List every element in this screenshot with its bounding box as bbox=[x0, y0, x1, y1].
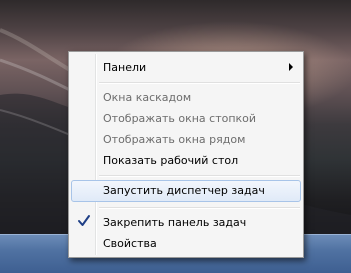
menu-item-lock-taskbar[interactable]: Закрепить панель задач bbox=[71, 212, 301, 233]
menu-item-label: Свойства bbox=[103, 237, 157, 250]
menu-item-label: Панели bbox=[103, 61, 147, 74]
menu-separator bbox=[99, 175, 300, 177]
menu-item-label: Показать рабочий стол bbox=[103, 154, 239, 167]
menu-item-cascade-windows: Окна каскадом bbox=[71, 87, 301, 108]
taskbar-context-menu: Панели Окна каскадом Отображать окна сто… bbox=[68, 51, 304, 258]
chevron-right-icon bbox=[289, 63, 293, 71]
menu-item-side-by-side: Отображать окна рядом bbox=[71, 129, 301, 150]
menu-item-properties[interactable]: Свойства bbox=[71, 233, 301, 254]
menu-item-show-desktop[interactable]: Показать рабочий стол bbox=[71, 150, 301, 171]
menu-item-label: Запустить диспетчер задач bbox=[103, 184, 265, 197]
menu-separator bbox=[99, 207, 300, 209]
check-icon bbox=[78, 215, 90, 226]
menu-item-label: Закрепить панель задач bbox=[103, 216, 247, 229]
menu-item-label: Окна каскадом bbox=[103, 91, 192, 104]
menu-item-toolbars[interactable]: Панели bbox=[71, 57, 301, 78]
menu-item-task-manager[interactable]: Запустить диспетчер задач bbox=[71, 180, 301, 202]
menu-item-label: Отображать окна рядом bbox=[103, 133, 246, 146]
menu-item-label: Отображать окна стопкой bbox=[103, 112, 257, 125]
menu-separator bbox=[99, 82, 300, 84]
menu-item-stack-windows: Отображать окна стопкой bbox=[71, 108, 301, 129]
